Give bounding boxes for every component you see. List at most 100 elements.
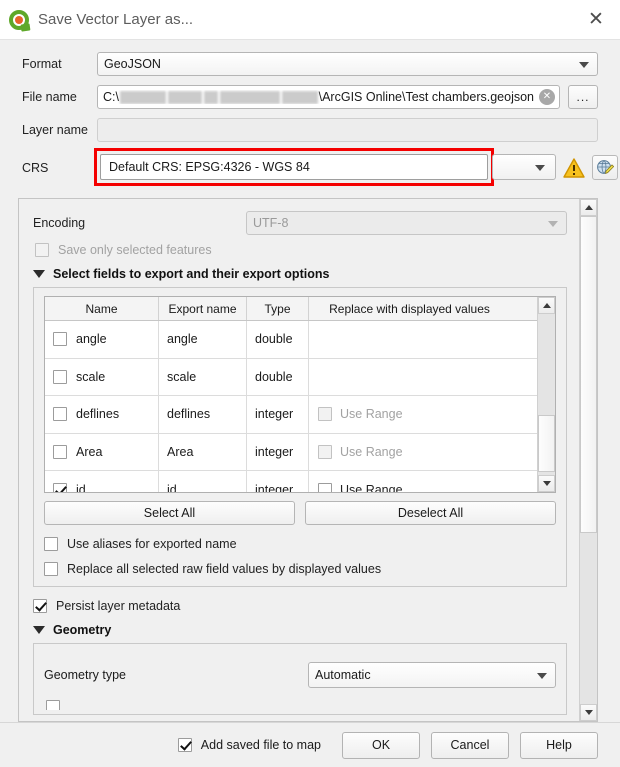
use-aliases-checkbox[interactable]: Use aliases for exported name xyxy=(44,537,556,551)
triangle-up-icon xyxy=(584,205,593,210)
title-bar: Save Vector Layer as... ✕ xyxy=(0,0,620,40)
dialog-button-bar: Add saved file to map OK Cancel Help xyxy=(0,722,620,767)
use-range-checkbox[interactable]: Use Range xyxy=(318,482,403,492)
checkbox-box xyxy=(44,562,58,576)
export-name-cell[interactable]: scale xyxy=(159,358,247,396)
replace-raw-values-checkbox[interactable]: Replace all selected raw field values by… xyxy=(44,562,556,576)
geometry-section-header[interactable]: Geometry xyxy=(33,623,567,637)
field-name-label: angle xyxy=(76,332,107,347)
format-value: GeoJSON xyxy=(104,57,161,71)
options-scrollbar[interactable] xyxy=(579,199,597,721)
select-all-button[interactable]: Select All xyxy=(44,501,295,525)
table-header-row: Name Export name Type Replace with displ… xyxy=(45,297,537,321)
scroll-down-button[interactable] xyxy=(580,704,597,721)
save-only-selected-checkbox: Save only selected features xyxy=(35,243,567,257)
export-name-cell[interactable]: deflines xyxy=(159,396,247,433)
crs-combo[interactable]: Default CRS: EPSG:4326 - WGS 84 xyxy=(100,154,488,180)
field-name-cell: Area xyxy=(45,433,159,471)
file-name-path: C:\ \ArcGIS Online\Test chambers.geojson xyxy=(103,90,534,104)
browse-file-button[interactable]: ... xyxy=(568,85,598,109)
geometry-section-title: Geometry xyxy=(53,623,112,637)
scroll-up-button[interactable] xyxy=(580,199,597,216)
file-name-suffix: \ArcGIS Online\Test chambers.geojson xyxy=(318,90,534,104)
help-button[interactable]: Help xyxy=(520,731,598,759)
use-range-checkbox: Use Range xyxy=(318,407,403,422)
geometry-type-row: Geometry type Automatic xyxy=(44,662,556,688)
file-name-prefix: C:\ xyxy=(103,90,119,104)
checkbox-box xyxy=(44,537,58,551)
table-scrollbar[interactable] xyxy=(537,297,555,492)
table-row: scale scale double xyxy=(45,358,537,397)
scroll-thumb[interactable] xyxy=(580,216,597,534)
replace-values-cell: Use Range xyxy=(309,396,510,433)
geometry-type-combo[interactable]: Automatic xyxy=(308,662,556,688)
layer-name-label: Layer name xyxy=(22,123,89,137)
field-name-label: Area xyxy=(76,445,103,460)
fields-section-header[interactable]: Select fields to export and their export… xyxy=(33,267,567,281)
cancel-button[interactable]: Cancel xyxy=(431,731,509,759)
triangle-up-icon xyxy=(542,303,551,308)
layer-name-row: Layer name xyxy=(22,118,598,142)
replace-values-cell: Use Range xyxy=(309,471,510,492)
use-range-checkbox: Use Range xyxy=(318,445,403,460)
format-combo[interactable]: GeoJSON xyxy=(97,52,598,76)
geometry-type-label: Geometry type xyxy=(44,668,126,682)
export-name-cell[interactable]: Area xyxy=(159,433,247,471)
field-name-cell: id xyxy=(45,471,159,492)
field-select-checkbox[interactable] xyxy=(53,332,67,347)
encoding-combo: UTF-8 xyxy=(246,211,567,235)
field-type-cell: double xyxy=(247,321,309,358)
field-name-cell: deflines xyxy=(45,396,159,433)
ok-button[interactable]: OK xyxy=(342,731,420,759)
scroll-thumb[interactable] xyxy=(538,415,555,472)
geometry-group: Geometry type Automatic xyxy=(33,643,567,715)
table-row: Area Area integer Use Range xyxy=(45,433,537,472)
use-aliases-label: Use aliases for exported name xyxy=(67,537,237,551)
add-saved-file-to-map-label: Add saved file to map xyxy=(200,738,321,752)
checkbox-box xyxy=(177,738,192,752)
replace-values-cell xyxy=(309,321,510,358)
file-name-input[interactable]: C:\ \ArcGIS Online\Test chambers.geojson… xyxy=(97,85,560,109)
fields-group: Name Export name Type Replace with displ… xyxy=(33,287,567,587)
scroll-down-button[interactable] xyxy=(538,475,555,492)
checkbox-box xyxy=(318,407,332,422)
field-type-cell: integer xyxy=(247,471,309,492)
column-header-export-name: Export name xyxy=(159,297,247,320)
crs-dropdown-button[interactable] xyxy=(492,154,556,180)
field-select-checkbox[interactable] xyxy=(53,445,67,460)
file-name-row: File name C:\ \ArcGIS Online\Test chambe… xyxy=(22,85,598,109)
checkbox-box xyxy=(318,445,332,460)
persist-layer-metadata-checkbox[interactable]: Persist layer metadata xyxy=(33,599,567,613)
field-select-checkbox[interactable] xyxy=(53,407,67,422)
add-saved-file-to-map-checkbox[interactable]: Add saved file to map xyxy=(177,738,321,752)
field-select-checkbox[interactable] xyxy=(53,369,67,384)
persist-layer-metadata-label: Persist layer metadata xyxy=(56,599,181,613)
save-only-selected-label: Save only selected features xyxy=(58,243,212,257)
scroll-up-button[interactable] xyxy=(538,297,555,314)
select-buttons-row: Select All Deselect All xyxy=(44,501,556,525)
scroll-track[interactable] xyxy=(538,314,555,475)
field-name-label: id xyxy=(76,482,86,492)
redacted-path-block xyxy=(281,90,318,104)
export-name-cell[interactable]: id xyxy=(159,471,247,492)
layer-name-input[interactable] xyxy=(97,118,598,142)
warning-icon xyxy=(563,158,585,178)
field-name-label: scale xyxy=(76,369,106,384)
replace-values-cell: Use Range xyxy=(309,434,510,471)
globe-select-crs-icon[interactable] xyxy=(592,155,618,180)
use-range-label: Use Range xyxy=(340,482,403,492)
chevron-down-icon xyxy=(537,673,547,679)
close-icon[interactable]: ✕ xyxy=(582,6,610,34)
fields-table-grid: Name Export name Type Replace with displ… xyxy=(45,297,537,492)
column-header-name: Name xyxy=(45,297,159,320)
scroll-track[interactable] xyxy=(580,216,597,704)
chevron-down-icon xyxy=(535,165,545,171)
deselect-all-button[interactable]: Deselect All xyxy=(305,501,556,525)
clear-icon[interactable]: ✕ xyxy=(539,89,555,105)
export-name-cell[interactable]: angle xyxy=(159,321,247,358)
top-form: Format GeoJSON File name C:\ \ArcGIS Onl… xyxy=(0,40,620,192)
crs-row: CRS Default CRS: EPSG:4326 - WGS 84 xyxy=(22,148,618,186)
checkbox-box[interactable] xyxy=(46,700,60,710)
checkbox-box xyxy=(33,599,47,613)
field-select-checkbox[interactable] xyxy=(53,482,67,492)
